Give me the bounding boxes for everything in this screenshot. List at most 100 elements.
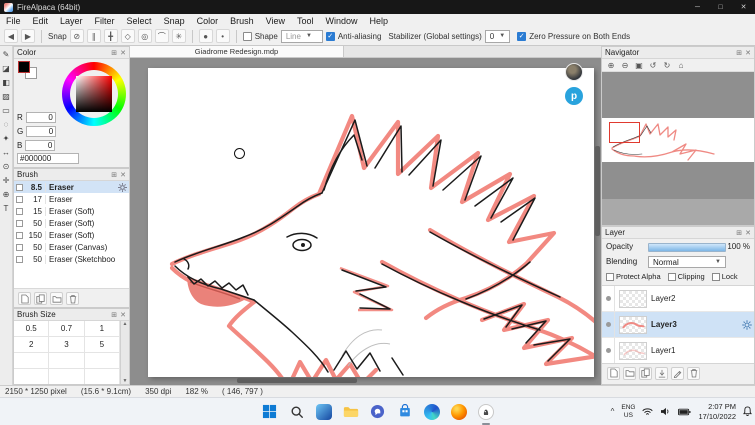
brush-size-preset-empty[interactable] [84,369,120,384]
brush-tip-dot-icon[interactable]: • [215,29,230,43]
rotate-right-button[interactable]: ↻ [661,60,673,71]
menu-color[interactable]: Color [191,14,225,27]
opacity-slider[interactable] [648,243,726,252]
add-folder-button[interactable] [623,366,636,380]
merge-down-button[interactable] [655,366,668,380]
brush-size-preset[interactable]: 5 [84,337,120,353]
brush-size-preset[interactable]: 3 [49,337,85,353]
gear-icon[interactable] [118,182,127,192]
brush-size-preset-empty[interactable] [84,353,120,369]
float-panel-icon[interactable]: ⊞ [111,311,117,319]
zoom-out-button[interactable]: ⊖ [619,60,631,71]
battery-icon[interactable] [678,403,691,421]
layer-visibility-toggle[interactable] [602,338,615,363]
eyedropper-tool-button[interactable]: ⊙ [1,161,12,172]
document-tab[interactable]: Giadrome Redesign.mdp [130,46,344,57]
scroll-down-icon[interactable]: ▼ [123,378,128,384]
layer-item[interactable]: Layer1 [602,338,754,363]
navigator-preview[interactable] [602,72,754,225]
search-icon[interactable] [286,401,308,423]
zoom-reset-button[interactable]: ▣ [633,60,645,71]
foreground-color-swatch[interactable] [18,61,30,73]
hand-tool-button[interactable]: ✛ [1,175,12,186]
menu-edit[interactable]: Edit [27,14,55,27]
shape-checkbox[interactable] [242,31,252,41]
brush-checkbox[interactable] [16,183,23,191]
menu-file[interactable]: File [0,14,27,27]
brush-item[interactable]: 17 Eraser [14,193,129,205]
duplicate-brush-button[interactable] [34,292,47,305]
select-tool-button[interactable]: ▭ [1,105,12,116]
brush-size-preset[interactable]: 2 [14,337,50,353]
delete-brush-button[interactable] [66,292,79,305]
brush-checkbox[interactable] [16,243,23,251]
float-panel-icon[interactable]: ⊞ [111,49,117,57]
brush-size-preset-empty[interactable] [49,369,85,384]
saturation-value-square[interactable] [76,76,112,112]
zoom-tool-button[interactable]: ⊕ [1,189,12,200]
history-back-button[interactable]: ◀ [4,29,18,43]
brush-item[interactable]: 150 Eraser (Soft) [14,229,129,241]
history-forward-button[interactable]: ▶ [21,29,35,43]
edge-browser-icon[interactable] [421,401,443,423]
menu-help[interactable]: Help [364,14,395,27]
notification-bell-icon[interactable] [743,403,752,421]
brush-item[interactable]: 50 Eraser (Sketchboo [14,253,129,265]
hex-color-input[interactable]: #000000 [17,153,79,164]
navigator-viewport-rect[interactable] [609,122,640,143]
brush-item[interactable]: 8.5 Eraser [14,181,129,193]
rotate-left-button[interactable]: ↺ [647,60,659,71]
gradient-tool-button[interactable]: ▨ [1,91,12,102]
close-panel-icon[interactable]: ✕ [745,49,751,57]
protect-alpha-checkbox[interactable] [606,272,614,281]
brush-folder-button[interactable] [50,292,63,305]
snap-vanish-button[interactable]: ◇ [120,29,135,43]
language-indicator[interactable]: ENG US [621,404,635,419]
fit-view-button[interactable]: ⌂ [675,60,687,71]
blue-channel-input[interactable]: 0 [25,139,56,151]
brush-item[interactable]: 15 Eraser (Soft) [14,205,129,217]
menu-layer[interactable]: Layer [54,14,89,27]
stabilizer-dropdown[interactable]: 0 ▼ [484,29,511,43]
vertical-scrollbar[interactable] [595,146,600,236]
zoom-in-button[interactable]: ⊕ [605,60,617,71]
account-avatar[interactable] [565,63,583,81]
layer-visibility-toggle[interactable] [602,286,615,311]
eraser-tool-button[interactable]: ◪ [1,63,12,74]
shape-type-dropdown[interactable]: Line ▼ [280,29,323,43]
brush-tip-hard-icon[interactable]: ● [198,29,213,43]
volume-icon[interactable] [660,403,671,421]
float-panel-icon[interactable]: ⊞ [111,171,117,179]
snap-cross-button[interactable]: ╋ [103,29,118,43]
teams-app-icon[interactable] [367,401,389,423]
bucket-tool-button[interactable]: ◧ [1,77,12,88]
menu-tool[interactable]: Tool [291,14,320,27]
layer-visibility-toggle[interactable] [602,312,615,337]
brush-size-preset-empty[interactable] [14,353,50,369]
close-panel-icon[interactable]: ✕ [745,229,751,237]
lock-checkbox[interactable] [711,272,720,281]
brush-size-preset[interactable]: 0.5 [14,321,50,337]
close-panel-icon[interactable]: ✕ [120,311,126,319]
gear-icon[interactable] [742,319,752,330]
brush-size-preset[interactable]: 0.7 [49,321,85,337]
snap-radial-button[interactable]: ✳ [171,29,186,43]
text-tool-button[interactable]: T [1,203,12,214]
tray-expand-icon[interactable]: ^ [611,407,615,416]
duplicate-layer-button[interactable] [639,366,652,380]
horizontal-scrollbar[interactable] [237,378,357,383]
brush-size-preset[interactable]: 1 [84,321,120,337]
snap-concentric-button[interactable]: ◎ [137,29,152,43]
menu-view[interactable]: View [260,14,291,27]
float-panel-icon[interactable]: ⊞ [736,229,742,237]
add-layer-button[interactable] [607,366,620,380]
menu-brush[interactable]: Brush [224,14,260,27]
menu-snap[interactable]: Snap [158,14,191,27]
minimize-button[interactable]: ─ [686,0,709,14]
green-channel-input[interactable]: 0 [26,125,57,137]
clock[interactable]: 2:07 PM 17/10/2022 [698,402,736,421]
menu-window[interactable]: Window [320,14,364,27]
brush-checkbox[interactable] [16,231,23,239]
brush-checkbox[interactable] [16,219,23,227]
close-panel-icon[interactable]: ✕ [120,171,126,179]
